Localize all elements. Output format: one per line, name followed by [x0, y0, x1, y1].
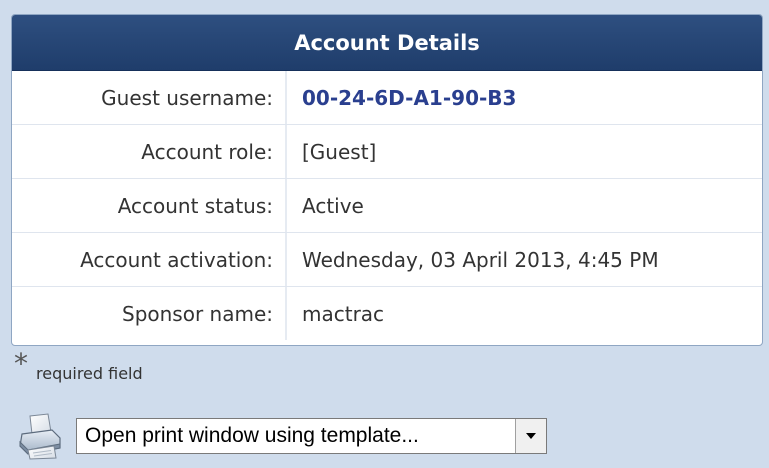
sponsor-name-label: Sponsor name: [12, 287, 287, 340]
required-field-note: * required field [14, 347, 143, 384]
account-activation-value: Wednesday, 03 April 2013, 4:45 PM [302, 247, 659, 272]
table-row: Sponsor name: mactrac [12, 287, 762, 340]
table-row: Account role: [Guest] [12, 125, 762, 179]
print-template-select-value[interactable]: Open print window using template... [77, 419, 515, 453]
account-status-value: Active [302, 193, 364, 218]
chevron-down-icon[interactable] [515, 419, 546, 453]
printer-icon[interactable] [18, 412, 62, 460]
guest-username-value: 00-24-6D-A1-90-B3 [302, 85, 517, 110]
account-activation-label: Account activation: [12, 233, 287, 286]
print-template-select[interactable]: Open print window using template... [76, 418, 547, 454]
required-asterisk: * [14, 347, 28, 380]
required-field-text: required field [36, 364, 143, 383]
table-row: Account status: Active [12, 179, 762, 233]
account-status-label: Account status: [12, 179, 287, 232]
panel-title: Account Details [12, 15, 762, 71]
account-role-value: [Guest] [302, 139, 377, 164]
table-row: Guest username: 00-24-6D-A1-90-B3 [12, 71, 762, 125]
account-details-panel: Account Details Guest username: 00-24-6D… [11, 14, 763, 346]
account-role-label: Account role: [12, 125, 287, 178]
table-row: Account activation: Wednesday, 03 April … [12, 233, 762, 287]
guest-username-label: Guest username: [12, 71, 287, 124]
print-controls: Open print window using template... [18, 412, 547, 460]
sponsor-name-value: mactrac [302, 301, 385, 326]
